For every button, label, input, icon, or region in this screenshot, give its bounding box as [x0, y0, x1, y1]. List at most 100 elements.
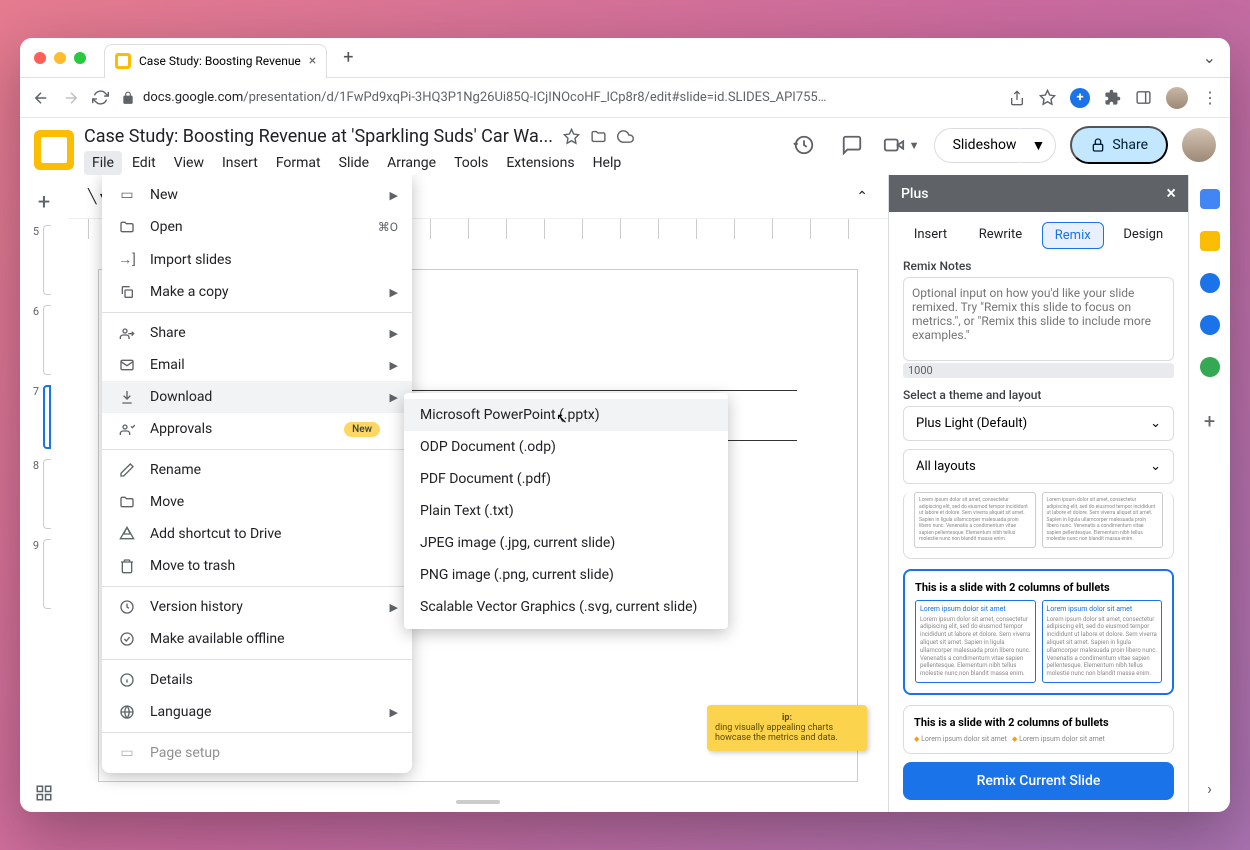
maximize-window-icon[interactable]: [74, 52, 86, 64]
contacts-icon[interactable]: [1200, 315, 1220, 335]
slide-thumb[interactable]: [43, 225, 51, 295]
add-addon-icon[interactable]: +: [1204, 409, 1215, 433]
download-jpg[interactable]: JPEG image (.jpg, current slide): [404, 527, 728, 559]
menu-item-copy[interactable]: Make a copy▶: [102, 276, 412, 308]
extension-badge-icon[interactable]: +: [1070, 88, 1090, 108]
share-button[interactable]: Share: [1070, 126, 1168, 164]
menu-item-import[interactable]: →]Import slides: [102, 243, 412, 276]
close-window-icon[interactable]: [34, 52, 46, 64]
menu-item-download[interactable]: Download▶: [102, 381, 412, 413]
keep-icon[interactable]: [1200, 231, 1220, 251]
slides-logo-icon[interactable]: [34, 130, 74, 170]
menu-item-move[interactable]: Move: [102, 486, 412, 518]
remix-current-slide-button[interactable]: Remix Current Slide: [903, 762, 1174, 800]
extensions-icon[interactable]: [1104, 89, 1121, 106]
back-button[interactable]: [32, 89, 50, 107]
menu-view[interactable]: View: [166, 151, 212, 175]
menu-format[interactable]: Format: [268, 151, 329, 175]
tab-insert[interactable]: Insert: [902, 222, 959, 249]
menu-tools[interactable]: Tools: [446, 151, 496, 175]
sidepanel-icon[interactable]: [1135, 89, 1152, 106]
menu-slide[interactable]: Slide: [331, 151, 377, 175]
star-icon[interactable]: [563, 128, 580, 145]
menu-item-details[interactable]: Details: [102, 664, 412, 696]
menu-item-email[interactable]: Email▶: [102, 349, 412, 381]
new-slide-button[interactable]: +: [29, 187, 59, 217]
sticky-note[interactable]: ip: ding visually appealing charts howca…: [707, 705, 867, 751]
calendar-icon[interactable]: [1200, 189, 1220, 209]
move-folder-icon[interactable]: [590, 128, 607, 145]
history-icon[interactable]: [787, 128, 821, 162]
new-badge: New: [344, 422, 380, 437]
minimize-window-icon[interactable]: [54, 52, 66, 64]
cloud-status-icon[interactable]: [617, 128, 634, 145]
remix-notes-input[interactable]: [903, 277, 1174, 361]
meet-button[interactable]: ▼: [883, 134, 920, 156]
menu-arrange[interactable]: Arrange: [379, 151, 444, 175]
grid-view-icon[interactable]: [35, 784, 53, 802]
layout-option-partial[interactable]: Lorem ipsum dolor sit amet, consectetur …: [903, 492, 1174, 559]
menu-item-share[interactable]: Share▶: [102, 317, 412, 349]
menu-item-language[interactable]: Language▶: [102, 696, 412, 728]
reload-button[interactable]: [92, 89, 109, 106]
download-txt[interactable]: Plain Text (.txt): [404, 495, 728, 527]
slide-thumb[interactable]: [43, 305, 51, 375]
document-title[interactable]: Case Study: Boosting Revenue at 'Sparkli…: [84, 126, 553, 147]
slideshow-button[interactable]: Slideshow: [934, 128, 1036, 163]
download-png[interactable]: PNG image (.png, current slide): [404, 559, 728, 591]
address-field[interactable]: docs.google.com/presentation/d/1FwPd9xqP…: [121, 90, 997, 105]
collapse-rail-icon[interactable]: ›: [1207, 779, 1212, 798]
tabs-overflow-icon[interactable]: ⌄: [1203, 48, 1216, 67]
tab-remix[interactable]: Remix: [1042, 222, 1104, 249]
browser-tab[interactable]: Case Study: Boosting Revenue ×: [104, 44, 327, 78]
menu-item-rename[interactable]: Rename: [102, 454, 412, 486]
comments-icon[interactable]: [835, 128, 869, 162]
menu-help[interactable]: Help: [585, 151, 630, 175]
document-icon: ▭: [118, 187, 136, 203]
download-pdf[interactable]: PDF Document (.pdf): [404, 463, 728, 495]
tab-rewrite[interactable]: Rewrite: [967, 222, 1034, 249]
speaker-notes-handle[interactable]: [456, 800, 500, 804]
menu-insert[interactable]: Insert: [214, 151, 266, 175]
close-panel-icon[interactable]: ×: [1166, 183, 1176, 204]
menu-item-shortcut[interactable]: Add shortcut to Drive: [102, 518, 412, 550]
layout-col: Lorem ipsum dolor sit amet, consectetur …: [914, 492, 1036, 548]
slideshow-dropdown[interactable]: ▼: [1021, 128, 1056, 163]
tab-title: Case Study: Boosting Revenue: [139, 54, 301, 68]
maps-icon[interactable]: [1200, 357, 1220, 377]
menu-item-offline[interactable]: Make available offline: [102, 623, 412, 655]
menu-item-version[interactable]: Version history▶: [102, 591, 412, 623]
menu-item-trash[interactable]: Move to trash: [102, 550, 412, 582]
menu-item-new[interactable]: ▭New▶: [102, 179, 412, 211]
menu-file[interactable]: File: [84, 151, 122, 175]
menu-edit[interactable]: Edit: [124, 151, 164, 175]
download-svg[interactable]: Scalable Vector Graphics (.svg, current …: [404, 591, 728, 623]
close-tab-icon[interactable]: ×: [309, 53, 316, 69]
download-icon: [118, 389, 136, 405]
new-tab-button[interactable]: +: [343, 47, 353, 68]
layout-option-selected[interactable]: This is a slide with 2 columns of bullet…: [903, 569, 1174, 695]
trash-icon: [118, 558, 136, 574]
page-icon: ▭: [118, 745, 136, 761]
download-odp[interactable]: ODP Document (.odp): [404, 431, 728, 463]
slide-thumb[interactable]: [43, 459, 51, 529]
chrome-menu-icon[interactable]: ⋮: [1202, 88, 1218, 107]
menu-item-approvals[interactable]: ApprovalsNew: [102, 413, 412, 445]
thumb-index: 8: [33, 459, 39, 472]
tab-design[interactable]: Design: [1111, 222, 1175, 249]
layouts-dropdown[interactable]: All layouts⌄: [903, 449, 1174, 484]
slide-thumb[interactable]: [43, 539, 51, 609]
tasks-icon[interactable]: [1200, 273, 1220, 293]
browser-window: Case Study: Boosting Revenue × + ⌄ docs.…: [20, 38, 1230, 812]
menu-item-page-setup[interactable]: ▭Page setup: [102, 737, 412, 769]
menu-item-open[interactable]: Open⌘O: [102, 211, 412, 243]
menu-extensions[interactable]: Extensions: [498, 151, 582, 175]
collapse-toolbar-icon[interactable]: ⌃: [844, 183, 880, 211]
share-url-icon[interactable]: [1009, 90, 1025, 106]
account-avatar[interactable]: [1182, 128, 1216, 162]
slide-thumb-selected[interactable]: [43, 385, 51, 449]
bookmark-star-icon[interactable]: [1039, 89, 1056, 106]
theme-dropdown[interactable]: Plus Light (Default)⌄: [903, 406, 1174, 441]
layout-option[interactable]: This is a slide with 2 columns of bullet…: [903, 705, 1174, 754]
profile-avatar-small[interactable]: [1166, 87, 1188, 109]
